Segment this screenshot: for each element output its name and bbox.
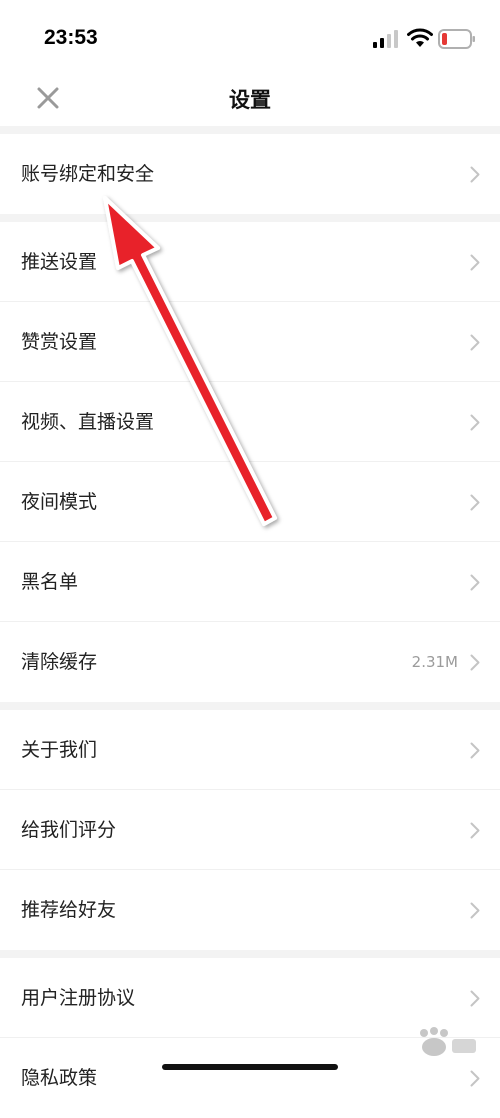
chevron-right-icon [470, 902, 480, 919]
settings-item-label: 用户注册协议 [21, 987, 136, 1009]
settings-item-label: 视频、直播设置 [21, 411, 155, 433]
settings-item[interactable]: 推荐给好友 [0, 870, 500, 950]
chevron-right-icon [470, 334, 480, 351]
chevron-right-icon [470, 574, 480, 591]
signal-icon [373, 30, 398, 48]
chevron-right-icon [470, 822, 480, 839]
chevron-right-icon [470, 254, 480, 271]
settings-item-label: 推荐给好友 [21, 899, 117, 921]
settings-item-label: 给我们评分 [21, 819, 117, 841]
home-indicator [162, 1064, 338, 1070]
settings-item[interactable]: 黑名单 [0, 542, 500, 622]
settings-item[interactable]: 给我们评分 [0, 790, 500, 870]
section-separator [0, 126, 500, 134]
settings-item[interactable]: 赞赏设置 [0, 302, 500, 382]
settings-item[interactable]: 清除缓存 2.31M [0, 622, 500, 702]
status-time: 23:53 [44, 26, 98, 49]
chevron-right-icon [470, 494, 480, 511]
section-separator [0, 950, 500, 958]
settings-item-label: 清除缓存 [21, 651, 98, 673]
chevron-right-icon [470, 166, 480, 183]
settings-item[interactable]: 视频、直播设置 [0, 382, 500, 462]
settings-item-label: 赞赏设置 [21, 331, 98, 353]
settings-item-label: 夜间模式 [21, 491, 98, 513]
chevron-right-icon [470, 654, 480, 671]
settings-item[interactable]: 隐私政策 [0, 1038, 500, 1118]
chevron-right-icon [470, 414, 480, 431]
section-separator [0, 702, 500, 710]
chevron-right-icon [470, 742, 480, 759]
settings-item-label: 关于我们 [21, 739, 98, 761]
page-title: 设置 [229, 88, 271, 112]
nav-bar: 设置 [0, 80, 500, 126]
settings-list: 账号绑定和安全 推送设置赞赏设置视频、直播设置 夜间模式黑名单清除缓存 2.31M 关于… [0, 126, 500, 1118]
section-separator [0, 214, 500, 222]
chevron-right-icon [470, 1070, 480, 1087]
settings-item[interactable]: 关于我们 [0, 710, 500, 790]
wifi-icon [407, 28, 433, 47]
settings-item[interactable]: 推送设置 [0, 222, 500, 302]
status-bar: 23:53 [0, 0, 500, 80]
settings-item-label: 账号绑定和安全 [21, 163, 155, 185]
settings-item-value: 2.31M [411, 653, 458, 671]
settings-item[interactable]: 夜间模式 [0, 462, 500, 542]
settings-item-label: 推送设置 [21, 251, 98, 273]
settings-item-label: 隐私政策 [21, 1067, 98, 1089]
settings-item[interactable]: 账号绑定和安全 [0, 134, 500, 214]
settings-item[interactable]: 用户注册协议 [0, 958, 500, 1038]
chevron-right-icon [470, 990, 480, 1007]
battery-icon [438, 29, 475, 49]
settings-item-label: 黑名单 [21, 571, 79, 593]
